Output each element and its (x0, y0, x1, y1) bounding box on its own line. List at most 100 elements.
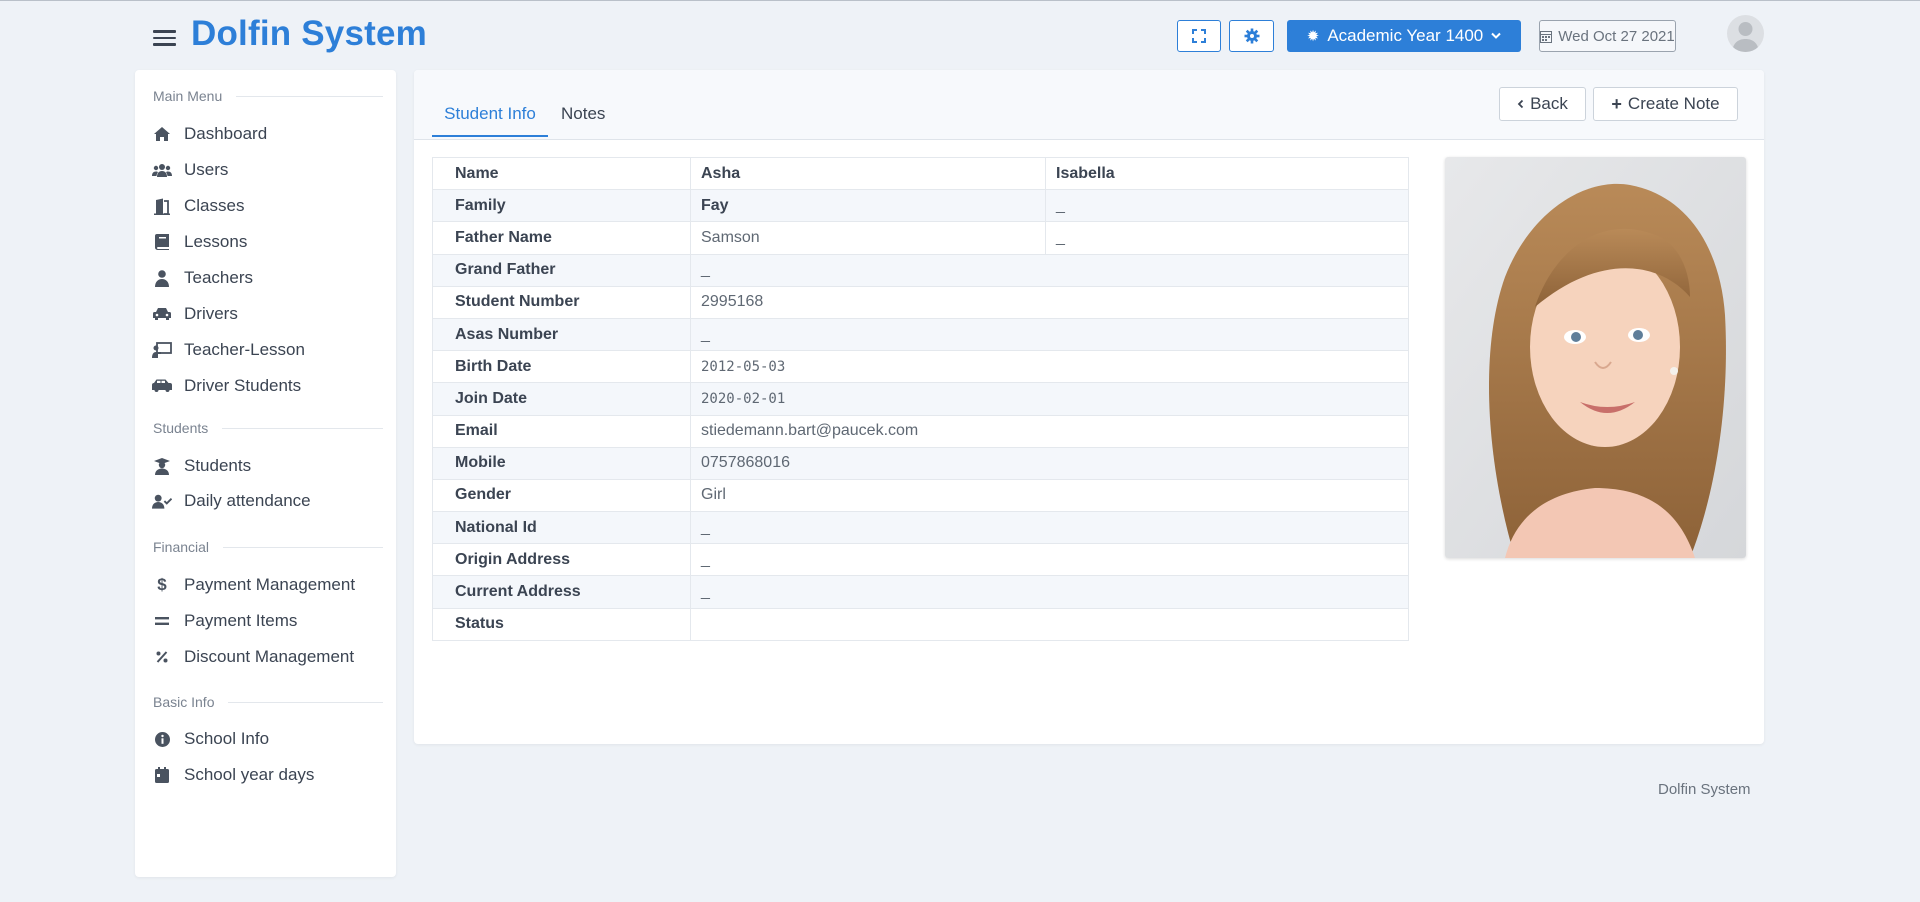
student-photo (1445, 157, 1746, 558)
fullscreen-button[interactable] (1177, 20, 1221, 52)
car-icon (152, 305, 172, 323)
mobile-value: 0757868016 (690, 446, 1409, 480)
sidebar-section-financial: Financial (153, 539, 383, 555)
sidebar-section-students: Students (153, 420, 383, 436)
user-check-icon (152, 492, 172, 510)
table-row: Family Fay _ (432, 189, 1409, 223)
family-second-value: _ (1045, 189, 1409, 223)
dollar-icon: $ (157, 575, 167, 594)
grand-father-value: _ (690, 253, 1409, 287)
sidebar-item-teachers[interactable]: Teachers (152, 268, 253, 288)
table-row: Name Asha Isabella (432, 156, 1409, 191)
sidebar-item-users[interactable]: Users (152, 160, 228, 180)
sun-icon: ✹ (1306, 28, 1320, 45)
user-avatar[interactable] (1727, 15, 1764, 52)
table-row: Student Number 2995168 (432, 285, 1409, 319)
sidebar-item-dashboard[interactable]: Dashboard (152, 124, 267, 144)
settings-button[interactable] (1229, 20, 1274, 52)
table-row: Origin Address _ (432, 543, 1409, 577)
national-id-value: _ (690, 511, 1409, 545)
table-row: Birth Date 2012-05-03 (432, 350, 1409, 384)
mobile-label: Mobile (432, 446, 691, 480)
home-icon (152, 125, 172, 143)
asas-number-label: Asas Number (432, 317, 691, 352)
back-button[interactable]: Back (1499, 87, 1586, 121)
name-label: Name (432, 156, 691, 191)
table-row: Current Address _ (432, 575, 1409, 609)
create-note-button[interactable]: + Create Note (1593, 87, 1738, 121)
gear-icon (1244, 28, 1259, 44)
origin-address-value: _ (690, 543, 1409, 577)
sidebar: Main Menu Dashboard Users Classes Lesson… (135, 70, 396, 877)
table-row: Asas Number _ (432, 317, 1409, 352)
chevron-left-icon (1517, 99, 1524, 109)
table-row: Join Date 2020-02-01 (432, 382, 1409, 416)
book-icon (152, 233, 172, 251)
student-number-value: 2995168 (690, 285, 1409, 319)
table-row: National Id _ (432, 511, 1409, 545)
chalkboard-icon (152, 341, 172, 359)
family-value: Fay (690, 189, 1046, 223)
table-row: Status (432, 607, 1409, 641)
calendar-icon (1540, 30, 1553, 43)
first-name-second-value: Isabella (1045, 156, 1409, 191)
sidebar-section-basic-info: Basic Info (153, 694, 383, 710)
family-label: Family (432, 189, 691, 223)
users-icon (152, 161, 172, 179)
table-row: Email stiedemann.bart@paucek.com (432, 414, 1409, 448)
gender-value: Girl (690, 478, 1409, 513)
email-value: stiedemann.bart@paucek.com (690, 414, 1409, 448)
sidebar-item-drivers[interactable]: Drivers (152, 304, 238, 324)
father-name-second-value: _ (1045, 221, 1409, 255)
sidebar-section-main-menu: Main Menu (153, 88, 383, 104)
door-icon (152, 197, 172, 215)
father-name-value: Samson (690, 221, 1046, 255)
sidebar-item-school-year-days[interactable]: School year days (152, 765, 314, 785)
date-display: Wed Oct 27 2021 (1539, 20, 1676, 52)
academic-year-dropdown[interactable]: ✹ Academic Year 1400 (1287, 20, 1521, 52)
equals-icon (152, 612, 172, 630)
info-icon (152, 730, 172, 748)
asas-number-value: _ (690, 317, 1409, 352)
academic-year-label: Academic Year 1400 (1327, 26, 1484, 45)
user-avatar-icon (1732, 22, 1759, 52)
grand-father-label: Grand Father (432, 253, 691, 287)
table-row: Father Name Samson _ (432, 221, 1409, 255)
status-value (690, 607, 1409, 641)
chevron-down-icon (1491, 32, 1501, 39)
table-row: Gender Girl (432, 478, 1409, 513)
sidebar-item-daily-attendance[interactable]: Daily attendance (152, 491, 311, 511)
main-panel: Student Info Notes Back + Create Note Na… (414, 70, 1764, 744)
sidebar-item-discount-management[interactable]: Discount Management (152, 647, 354, 667)
current-address-value: _ (690, 575, 1409, 609)
student-number-label: Student Number (432, 285, 691, 319)
graduate-icon (152, 457, 172, 475)
join-date-label: Join Date (432, 382, 691, 416)
tab-student-info[interactable]: Student Info (432, 104, 548, 137)
sidebar-item-driver-students[interactable]: Driver Students (152, 376, 301, 396)
birth-date-label: Birth Date (432, 350, 691, 384)
teacher-icon (152, 269, 172, 287)
father-name-label: Father Name (432, 221, 691, 255)
first-name-value: Asha (690, 156, 1046, 191)
date-text: Wed Oct 27 2021 (1558, 27, 1675, 45)
gender-label: Gender (432, 478, 691, 513)
status-label: Status (432, 607, 691, 641)
sidebar-item-payment-management[interactable]: $ Payment Management (152, 575, 355, 595)
sidebar-item-students[interactable]: Students (152, 456, 251, 476)
sidebar-item-teacher-lesson[interactable]: Teacher-Lesson (152, 340, 305, 360)
calendar-icon (152, 766, 172, 784)
tab-bar: Student Info Notes Back + Create Note (414, 70, 1764, 140)
sidebar-item-classes[interactable]: Classes (152, 196, 244, 216)
sidebar-item-lessons[interactable]: Lessons (152, 232, 247, 252)
current-address-label: Current Address (432, 575, 691, 609)
hamburger-menu-icon[interactable] (153, 30, 176, 46)
sidebar-item-payment-items[interactable]: Payment Items (152, 611, 297, 631)
origin-address-label: Origin Address (432, 543, 691, 577)
email-label: Email (432, 414, 691, 448)
footer-text: Dolfin System (1658, 781, 1751, 798)
tab-notes[interactable]: Notes (561, 104, 605, 124)
brand-title: Dolfin System (191, 14, 427, 53)
sidebar-item-school-info[interactable]: School Info (152, 729, 269, 749)
table-row: Grand Father _ (432, 253, 1409, 287)
